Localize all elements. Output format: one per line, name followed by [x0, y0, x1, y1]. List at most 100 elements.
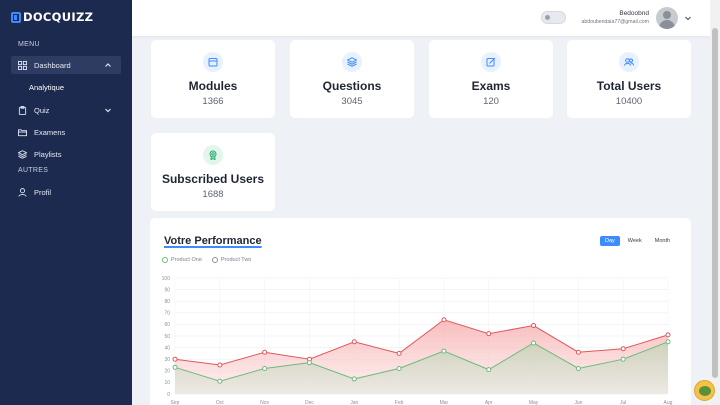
x-tick-label: Jul — [620, 400, 626, 405]
data-point — [441, 348, 447, 354]
data-point — [486, 331, 492, 337]
stat-card-total-users: Total Users 10400 — [567, 40, 691, 118]
brand-logo[interactable]: DOCQUIZZ — [11, 9, 93, 25]
data-point — [262, 349, 268, 355]
toggle-knob — [545, 15, 550, 20]
x-tick-label: Aug — [664, 400, 673, 405]
data-point — [351, 376, 357, 382]
stat-title: Modules — [188, 79, 238, 93]
data-point — [441, 317, 447, 323]
other-section-label: AUTRES — [18, 167, 49, 174]
clipboard-icon — [18, 105, 27, 115]
performance-panel: Votre Performance Product One Product Tw… — [150, 218, 691, 405]
stat-card-questions: Questions 3045 — [290, 40, 414, 118]
stat-title: Subscribed Users — [161, 172, 265, 186]
menu-section-label: MENU — [18, 41, 40, 48]
stat-value: 3045 — [341, 96, 363, 107]
user-menu-chevron-icon[interactable] — [684, 14, 692, 22]
sidebar-item-profil[interactable]: Profil — [11, 183, 121, 201]
stat-value: 1688 — [202, 189, 224, 200]
layers-icon — [18, 149, 27, 159]
logo-icon — [11, 11, 21, 23]
stat-title: Exams — [471, 79, 511, 93]
x-tick-label: Dec — [305, 400, 314, 405]
data-point — [217, 362, 223, 368]
data-point — [262, 365, 268, 371]
calendar-icon — [203, 52, 223, 72]
stat-card-subscribed-users: Subscribed Users 1688 — [151, 133, 275, 211]
sidebar-item-label: Profil — [34, 187, 52, 197]
data-point — [620, 356, 626, 362]
layers-icon — [342, 52, 362, 72]
y-tick-label: 0 — [167, 392, 170, 398]
top-header: Bedoobnd abdoubendaia77@gmail.com — [132, 0, 720, 36]
y-tick-label: 100 — [162, 276, 171, 282]
scroll-thumb[interactable] — [712, 28, 718, 378]
data-point — [172, 356, 178, 362]
data-point — [217, 378, 223, 384]
sidebar-item-examens[interactable]: Examens — [11, 123, 121, 141]
stat-value: 120 — [483, 96, 499, 107]
sidebar-item-label: Dashboard — [34, 60, 71, 70]
x-tick-label: Apr — [485, 400, 493, 405]
theme-toggle[interactable] — [541, 11, 566, 24]
y-tick-label: 60 — [164, 322, 170, 328]
avatar-body — [659, 20, 675, 29]
folder-icon — [18, 128, 27, 137]
y-tick-label: 20 — [164, 369, 170, 375]
stat-title: Total Users — [596, 79, 662, 93]
data-point — [575, 365, 581, 371]
chevron-down-icon — [105, 108, 111, 113]
x-tick-label: Nov — [260, 400, 269, 405]
sidebar: DOCQUIZZ MENU Dashboard Analytique Quiz … — [0, 0, 132, 405]
y-tick-label: 80 — [164, 299, 170, 305]
performance-chart: 0 10 20 30 40 50 60 70 80 90 100 Sep Oct Nov Dec Jan Feb… — [162, 276, 673, 405]
stat-card-exams: Exams 120 — [429, 40, 553, 118]
data-point — [665, 339, 671, 345]
avatar-head — [663, 11, 671, 19]
y-tick-label: 30 — [164, 357, 170, 363]
y-tick-label: 40 — [164, 345, 170, 351]
avatar[interactable] — [656, 7, 678, 29]
sidebar-item-label: Playlists — [34, 149, 62, 159]
user-icon — [18, 187, 27, 197]
data-point — [665, 332, 671, 338]
data-point — [575, 349, 581, 355]
y-tick-label: 10 — [164, 380, 170, 386]
users-icon — [619, 52, 639, 72]
sidebar-item-playlists[interactable]: Playlists — [11, 145, 121, 163]
data-point — [351, 339, 357, 345]
chat-widget-button[interactable] — [694, 380, 715, 401]
data-point — [396, 350, 402, 356]
sidebar-item-quiz[interactable]: Quiz — [11, 101, 121, 119]
data-point — [396, 365, 402, 371]
data-point — [306, 360, 312, 366]
sidebar-item-label: Examens — [34, 127, 66, 137]
data-point — [486, 367, 492, 373]
stat-title: Questions — [322, 79, 382, 93]
y-tick-label: 50 — [164, 334, 170, 340]
stat-value: 10400 — [615, 96, 643, 107]
x-tick-label: Oct — [216, 400, 224, 405]
award-icon — [203, 145, 223, 165]
x-tick-label: Feb — [395, 400, 404, 405]
user-email: abdoubendaia77@gmail.com — [581, 19, 649, 25]
x-tick-label: Jun — [574, 400, 582, 405]
x-tick-label: Jan — [350, 400, 358, 405]
brand-name: DOCQUIZZ — [23, 10, 94, 24]
grid-icon — [18, 60, 27, 70]
user-name: Bedoobnd — [619, 10, 649, 17]
sidebar-item-label: Quiz — [34, 105, 50, 115]
x-tick-label: Mar — [440, 400, 449, 405]
data-point — [620, 346, 626, 352]
data-point — [531, 340, 537, 346]
stat-card-modules: Modules 1366 — [151, 40, 275, 118]
edit-icon — [481, 52, 501, 72]
x-tick-label: May — [529, 400, 539, 405]
sidebar-item-dashboard[interactable]: Dashboard — [11, 56, 121, 74]
y-tick-label: 90 — [164, 287, 170, 293]
data-point — [531, 323, 537, 329]
x-tick-label: Sep — [171, 400, 180, 405]
sidebar-subitem-analytique[interactable]: Analytique — [29, 83, 64, 92]
page-scrollbar[interactable] — [710, 0, 720, 405]
